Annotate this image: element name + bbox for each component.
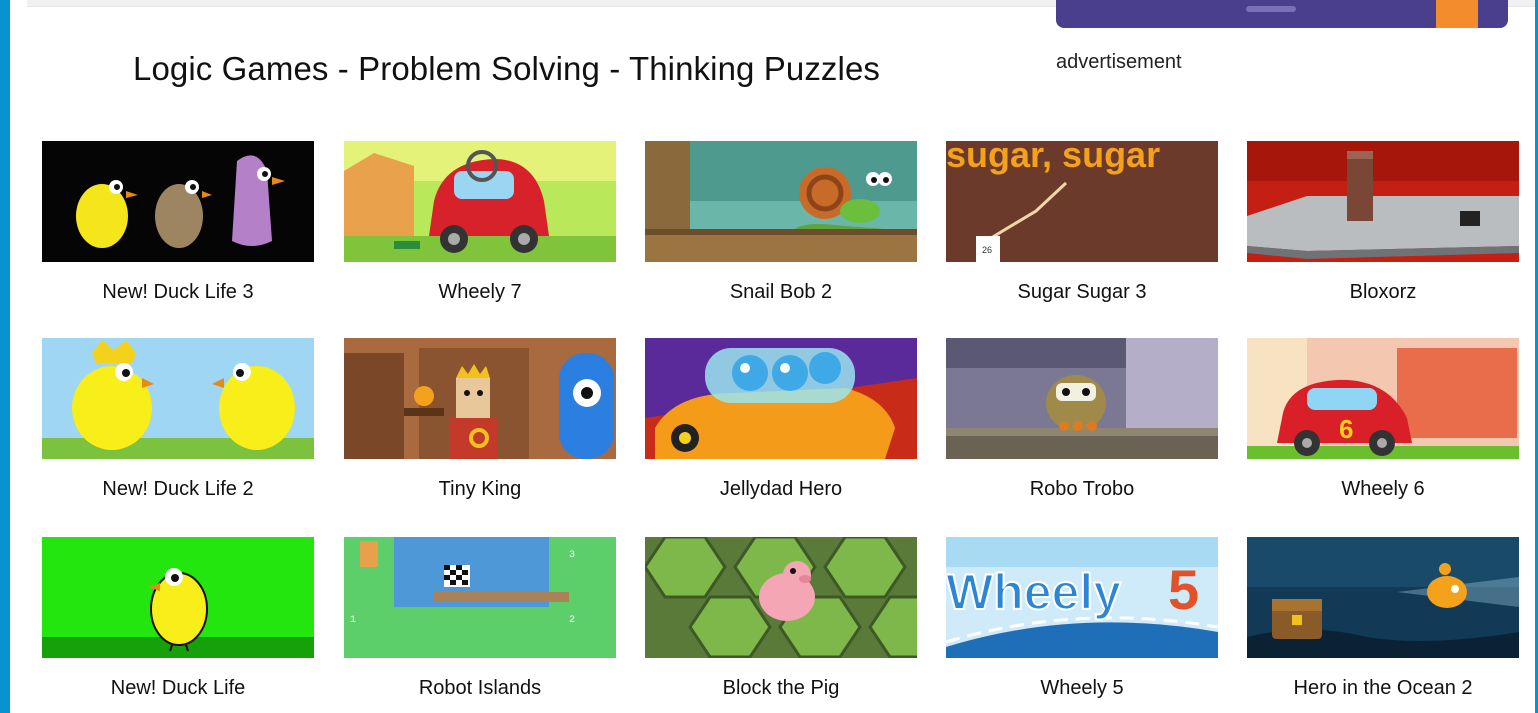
block-the-pig-thumbnail[interactable] — [645, 537, 917, 658]
game-title[interactable]: Sugar Sugar 3 — [946, 281, 1218, 304]
game-title[interactable]: Tiny King — [344, 478, 616, 501]
wheely-logo-number: 5 — [1168, 558, 1199, 621]
snail-bob-2-thumbnail[interactable] — [645, 141, 917, 262]
bloxorz-thumbnail[interactable] — [1247, 141, 1519, 262]
game-title[interactable]: Block the Pig — [645, 677, 917, 700]
left-frame-border — [0, 0, 10, 713]
island-marker: 3 — [569, 550, 575, 561]
duck-life-thumbnail[interactable] — [42, 537, 314, 658]
game-title[interactable]: Robo Trobo — [946, 478, 1218, 501]
hero-in-the-ocean-2-thumbnail[interactable] — [1247, 537, 1519, 658]
sugar-sugar-logo-text: sugar, sugar — [946, 141, 1160, 175]
sugar-sugar-3-thumbnail[interactable]: sugar, sugar 26 — [946, 141, 1218, 262]
wheely-logo-text: Wheely — [946, 564, 1121, 620]
jellydad-hero-thumbnail[interactable] — [645, 338, 917, 459]
game-title[interactable]: Wheely 6 — [1247, 478, 1519, 501]
game-title[interactable]: Hero in the Ocean 2 — [1247, 677, 1519, 700]
wheely-7-thumbnail[interactable] — [344, 141, 616, 262]
game-title[interactable]: Jellydad Hero — [645, 478, 917, 501]
wheely-5-thumbnail[interactable]: Wheely 5 — [946, 537, 1218, 658]
robot-islands-thumbnail[interactable]: 3 2 1 — [344, 537, 616, 658]
duck-life-3-thumbnail[interactable] — [42, 141, 314, 262]
cup-counter: 26 — [982, 245, 992, 255]
advertisement-label: advertisement — [1056, 51, 1182, 73]
island-marker: 2 — [569, 615, 575, 626]
wheely-6-thumbnail[interactable]: 6 — [1247, 338, 1519, 459]
game-title[interactable]: Wheely 7 — [344, 281, 616, 304]
page-title: Logic Games - Problem Solving - Thinking… — [133, 50, 881, 87]
game-title[interactable]: Robot Islands — [344, 677, 616, 700]
game-title[interactable]: Snail Bob 2 — [645, 281, 917, 304]
duck-life-2-thumbnail[interactable] — [42, 338, 314, 459]
game-title[interactable]: New! Duck Life 3 — [42, 281, 314, 304]
advertisement-banner[interactable] — [1056, 0, 1508, 28]
game-title[interactable]: New! Duck Life — [42, 677, 314, 700]
ad-banner-button[interactable] — [1436, 0, 1478, 28]
game-title[interactable]: Wheely 5 — [946, 677, 1218, 700]
game-title[interactable]: New! Duck Life 2 — [42, 478, 314, 501]
robo-trobo-thumbnail[interactable] — [946, 338, 1218, 459]
left-frame-gap — [10, 0, 27, 713]
ad-banner-text — [1246, 6, 1296, 12]
car-number: 6 — [1339, 414, 1353, 444]
island-marker: 1 — [350, 615, 356, 626]
game-title[interactable]: Bloxorz — [1247, 281, 1519, 304]
tiny-king-thumbnail[interactable] — [344, 338, 616, 459]
